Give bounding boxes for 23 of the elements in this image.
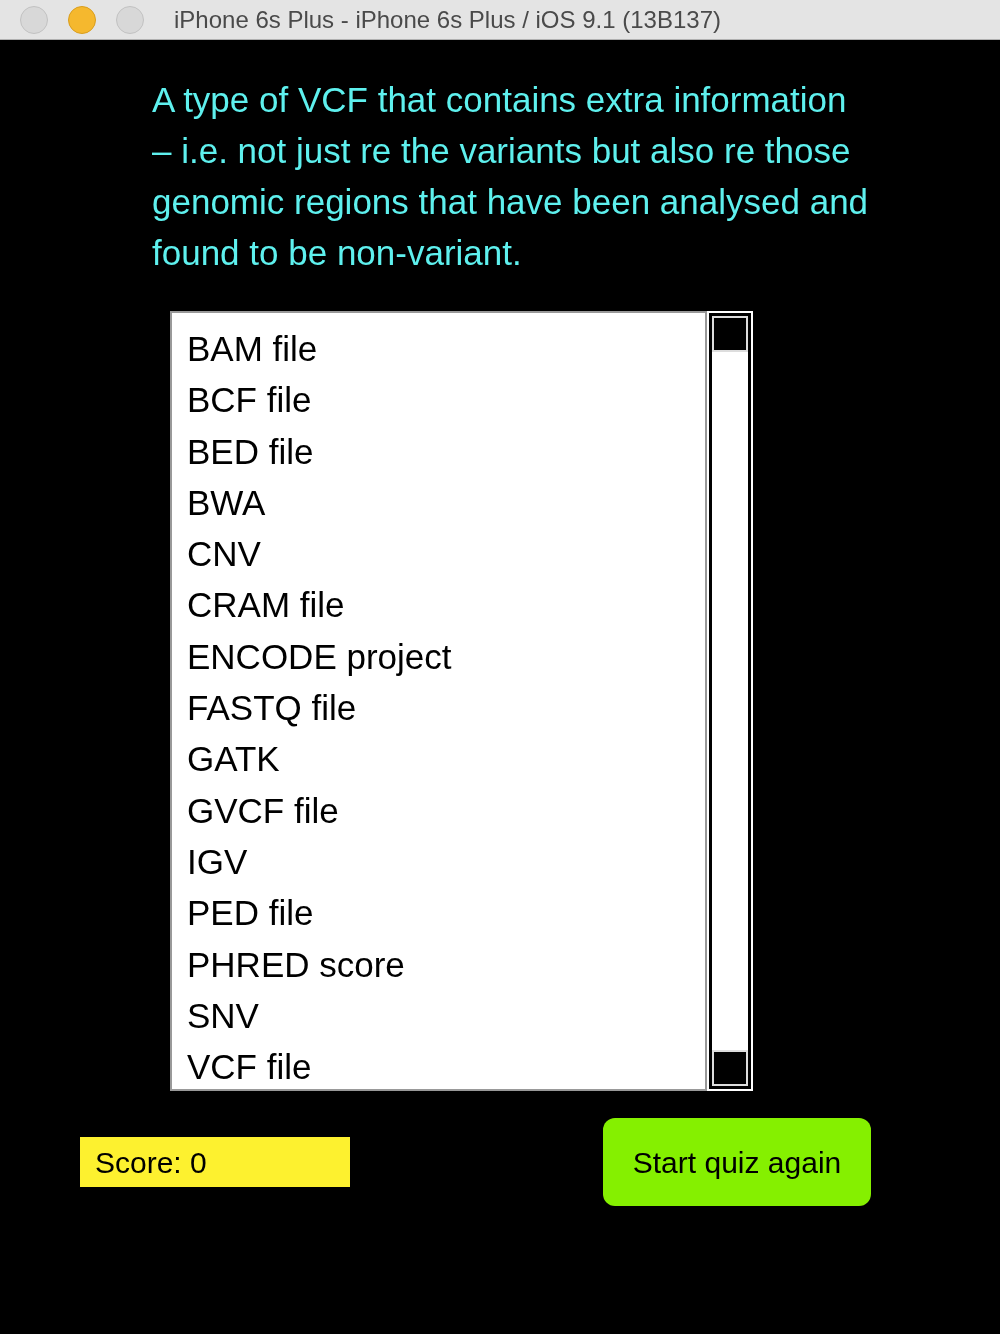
answer-item[interactable]: BCF file [187,374,705,426]
answer-item[interactable]: BWA [187,476,705,529]
answer-item[interactable]: FASTQ file [187,682,705,734]
answer-item[interactable]: BAM file [187,323,705,375]
window-title: iPhone 6s Plus - iPhone 6s Plus / iOS 9.1 (13B137) [174,4,721,35]
answer-item[interactable]: ENCODE project [187,630,705,683]
answer-item[interactable]: SNV [187,989,705,1042]
answer-item[interactable]: CNV [187,528,705,580]
answer-item[interactable]: BED file [187,425,705,477]
answer-item[interactable]: CRAM file [187,579,705,631]
scrollbar[interactable] [707,311,753,1091]
scroll-down-icon[interactable] [712,1050,748,1086]
scroll-up-icon[interactable] [712,316,748,352]
question-text: A type of VCF that contains extra information – i.e. not just re the variants but also re those genomic regions that have been analysed and found to be non-variant. [152,79,870,274]
restart-button[interactable]: Start quiz again [603,1118,871,1206]
answer-item[interactable]: GATK [187,733,705,785]
answer-item[interactable]: PHRED score [187,938,705,990]
answer-item[interactable]: VCF file [187,1041,705,1093]
answer-item[interactable]: GVCF file [187,784,705,836]
score-label: Score: 0 [80,1137,350,1187]
answer-list[interactable]: BAM file BCF file BED file BWA CNV CRAM file ENCODE project FASTQ file GATK GVCF file IGV PED file PHRED score SNV VCF file [170,311,707,1091]
answer-item[interactable]: IGV [187,835,705,888]
answer-item[interactable]: PED file [187,887,705,939]
